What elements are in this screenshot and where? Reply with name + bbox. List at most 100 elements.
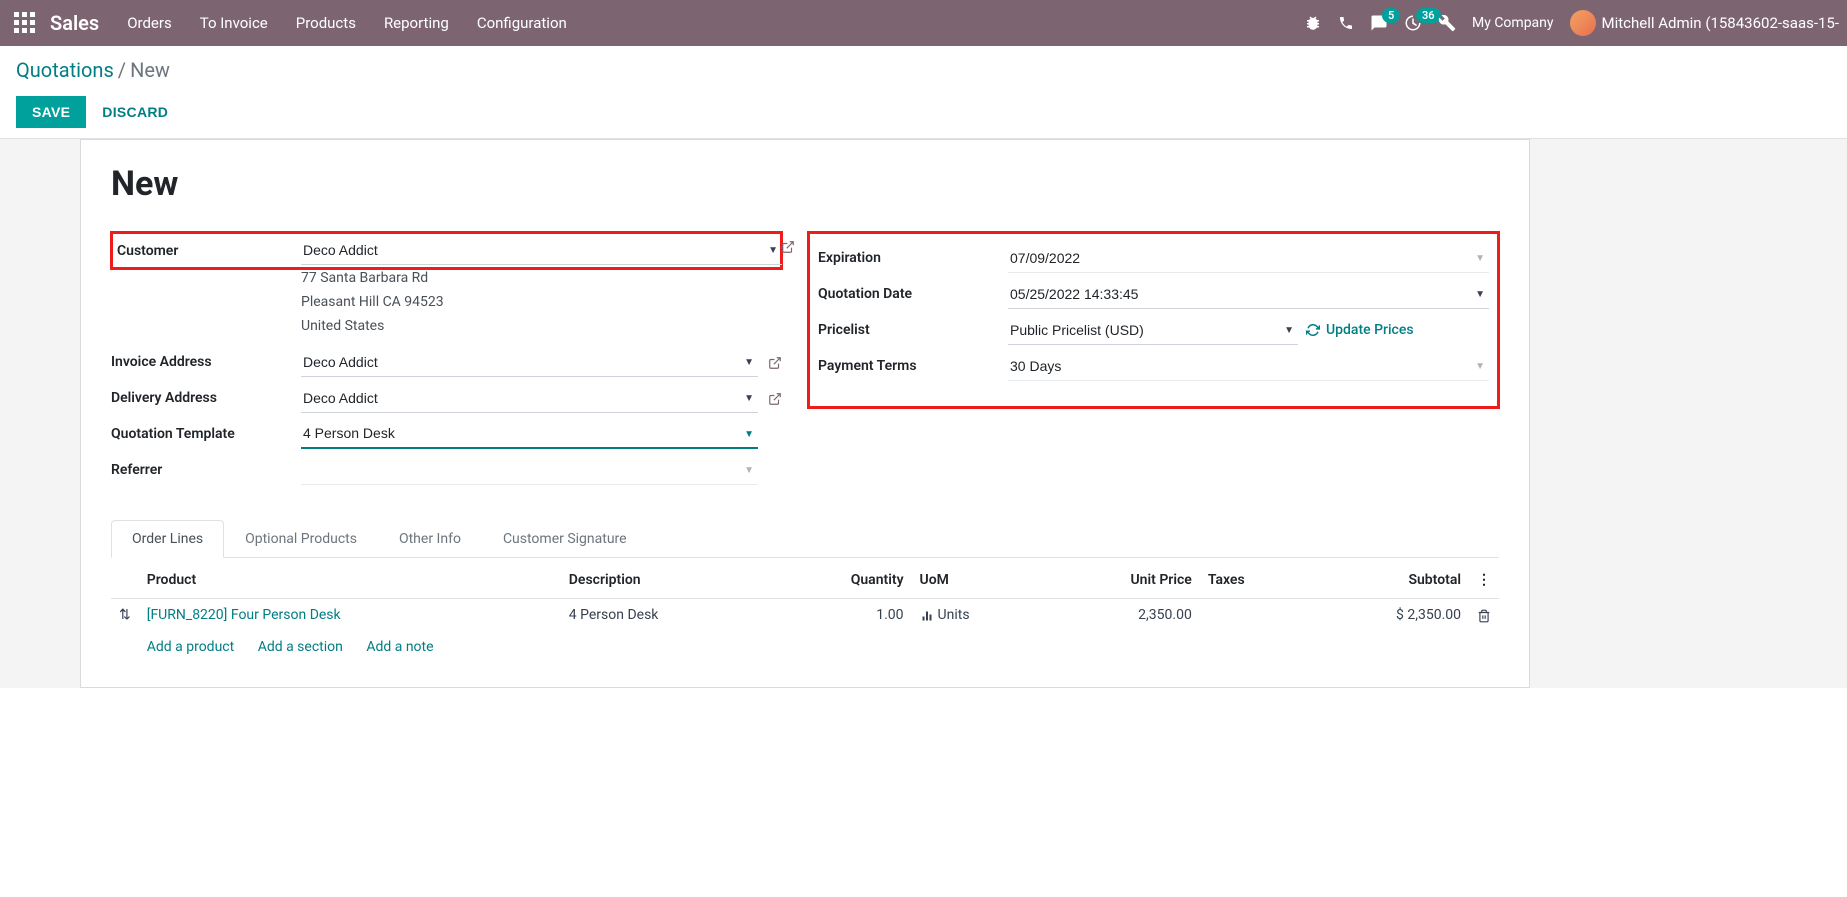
tab-order-lines[interactable]: Order Lines <box>111 520 224 558</box>
row-description[interactable]: 4 Person Desk <box>561 599 773 632</box>
messages-icon[interactable]: 5 <box>1370 14 1388 32</box>
row-unit-price[interactable]: 2,350.00 <box>1044 599 1200 632</box>
quotation-date-input[interactable] <box>1008 280 1489 309</box>
activities-icon[interactable]: 36 <box>1404 14 1422 32</box>
messages-badge: 5 <box>1382 8 1400 23</box>
breadcrumb-current: New <box>130 58 170 82</box>
pricelist-input[interactable] <box>1008 316 1298 345</box>
update-prices-label: Update Prices <box>1326 322 1414 338</box>
apps-icon[interactable] <box>14 12 36 34</box>
th-subtotal: Subtotal <box>1306 562 1469 599</box>
quotation-template-input[interactable] <box>301 419 758 449</box>
address-line-1: 77 Santa Barbara Rd <box>301 267 782 291</box>
expiration-input[interactable] <box>1008 244 1489 273</box>
quotation-template-row: Quotation Template ▼ <box>111 416 782 452</box>
company-selector[interactable]: My Company <box>1472 15 1554 31</box>
expiration-wrap: ▼ <box>1008 244 1489 273</box>
delivery-address-input[interactable] <box>301 384 758 413</box>
quotation-date-label: Quotation Date <box>818 286 1008 302</box>
order-lines-table: Product Description Quantity UoM Unit Pr… <box>111 562 1499 663</box>
form-grid: Customer ▼ 77 Santa Barbara Rd Pleasant … <box>111 232 1499 488</box>
activities-badge: 36 <box>1416 8 1441 23</box>
topnav-right: 5 36 My Company Mitchell Admin (15843602… <box>1304 10 1839 36</box>
discard-button[interactable]: DISCARD <box>102 104 168 120</box>
th-description: Description <box>561 562 773 599</box>
invoice-address-row: Invoice Address ▼ <box>111 344 782 380</box>
th-quantity: Quantity <box>773 562 911 599</box>
th-kebab[interactable]: ⋮ <box>1469 562 1499 599</box>
phone-icon[interactable] <box>1338 15 1354 31</box>
avatar <box>1570 10 1596 36</box>
customer-input[interactable] <box>301 236 782 265</box>
quotation-template-label: Quotation Template <box>111 426 301 442</box>
table-header-row: Product Description Quantity UoM Unit Pr… <box>111 562 1499 599</box>
add-product-link[interactable]: Add a product <box>147 639 234 655</box>
referrer-label: Referrer <box>111 462 301 478</box>
breadcrumb-root[interactable]: Quotations <box>16 58 114 82</box>
add-row: Add a product Add a section Add a note <box>111 631 1499 663</box>
address-line-3: United States <box>301 315 782 339</box>
th-uom: UoM <box>912 562 1045 599</box>
refresh-icon <box>1306 323 1320 337</box>
add-section-link[interactable]: Add a section <box>258 639 343 655</box>
drag-handle-icon[interactable]: ⇅ <box>111 599 139 632</box>
quotation-template-wrap: ▼ <box>301 419 758 449</box>
quotation-date-wrap: ▼ <box>1008 280 1489 309</box>
page-title: New <box>111 164 1499 204</box>
customer-label: Customer <box>117 243 301 259</box>
external-link-icon[interactable] <box>768 354 782 370</box>
th-taxes: Taxes <box>1200 562 1306 599</box>
save-button[interactable]: SAVE <box>16 96 86 128</box>
tools-icon[interactable] <box>1438 14 1456 32</box>
referrer-input[interactable] <box>301 456 758 485</box>
left-column: Customer ▼ 77 Santa Barbara Rd Pleasant … <box>111 232 782 488</box>
payment-terms-input[interactable] <box>1008 352 1489 381</box>
external-link-icon[interactable] <box>768 390 782 406</box>
nav-reporting[interactable]: Reporting <box>384 14 449 32</box>
referrer-row: Referrer ▼ <box>111 452 782 488</box>
control-bar: Quotations/New SAVE DISCARD <box>0 46 1847 138</box>
customer-row: Customer ▼ <box>111 232 782 269</box>
payment-terms-row: Payment Terms ▼ <box>818 348 1489 384</box>
invoice-address-label: Invoice Address <box>111 354 301 370</box>
pricelist-row: Pricelist ▼ Update Prices <box>818 312 1489 348</box>
action-row: SAVE DISCARD <box>16 96 1831 128</box>
delivery-address-label: Delivery Address <box>111 390 301 406</box>
tabs: Order Lines Optional Products Other Info… <box>111 520 1499 558</box>
right-column: Expiration ▼ Quotation Date ▼ Pricelist <box>808 232 1499 408</box>
row-taxes[interactable] <box>1200 599 1306 632</box>
bug-icon[interactable] <box>1304 14 1322 32</box>
row-product[interactable]: [FURN_8220] Four Person Desk <box>147 607 341 623</box>
add-note-link[interactable]: Add a note <box>366 639 433 655</box>
delete-row-icon[interactable] <box>1469 599 1499 632</box>
nav-products[interactable]: Products <box>296 14 356 32</box>
external-link-icon[interactable] <box>781 239 795 255</box>
user-label: Mitchell Admin (15843602-saas-15- <box>1602 14 1839 32</box>
nav-configuration[interactable]: Configuration <box>477 14 567 32</box>
row-quantity[interactable]: 1.00 <box>773 599 911 632</box>
th-product: Product <box>139 562 561 599</box>
nav-to-invoice[interactable]: To Invoice <box>200 14 268 32</box>
address-line-2: Pleasant Hill CA 94523 <box>301 291 782 315</box>
breadcrumb: Quotations/New <box>16 58 1831 82</box>
delivery-address-row: Delivery Address ▼ <box>111 380 782 416</box>
tab-optional-products[interactable]: Optional Products <box>224 520 378 557</box>
sheet: New Customer ▼ 77 Santa Barbara Rd Pleas… <box>80 139 1530 688</box>
update-prices-link[interactable]: Update Prices <box>1306 322 1414 338</box>
payment-terms-wrap: ▼ <box>1008 352 1489 381</box>
th-unit-price: Unit Price <box>1044 562 1200 599</box>
invoice-address-input[interactable] <box>301 348 758 377</box>
nav-links: Orders To Invoice Products Reporting Con… <box>127 14 567 32</box>
row-uom[interactable]: Units <box>912 599 1045 632</box>
invoice-address-wrap: ▼ <box>301 348 758 377</box>
top-nav: Sales Orders To Invoice Products Reporti… <box>0 0 1847 46</box>
tab-other-info[interactable]: Other Info <box>378 520 482 557</box>
table-row[interactable]: ⇅ [FURN_8220] Four Person Desk 4 Person … <box>111 599 1499 632</box>
row-subtotal: $ 2,350.00 <box>1306 599 1469 632</box>
brand[interactable]: Sales <box>50 11 99 35</box>
nav-orders[interactable]: Orders <box>127 14 172 32</box>
delivery-address-wrap: ▼ <box>301 384 758 413</box>
tab-customer-signature[interactable]: Customer Signature <box>482 520 648 557</box>
user-menu[interactable]: Mitchell Admin (15843602-saas-15- <box>1570 10 1839 36</box>
referrer-wrap: ▼ <box>301 456 758 485</box>
